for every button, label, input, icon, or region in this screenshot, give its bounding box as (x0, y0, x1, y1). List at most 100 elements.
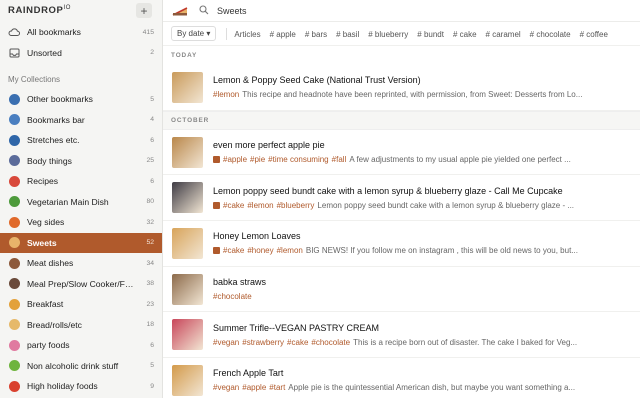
sidebar-item-recipes[interactable]: Recipes 6 (0, 171, 162, 192)
bookmark-thumbnail (172, 227, 203, 259)
bookmark-meta: #chocolate (213, 292, 640, 301)
filter-chip[interactable]: # basil (336, 30, 359, 39)
bookmark-thumbnail (172, 319, 203, 351)
bookmark-item[interactable]: Lemon poppy seed bundt cake with a lemon… (163, 175, 640, 222)
bookmark-body: babka straws #chocolate (213, 277, 640, 301)
article-type-icon (213, 247, 220, 255)
sidebar-item-count: 32 (146, 218, 154, 226)
bookmark-tag[interactable]: #lemon (247, 201, 273, 210)
bookmark-item[interactable]: babka straws #chocolate (163, 267, 640, 313)
bookmark-title[interactable]: babka straws (213, 277, 640, 287)
bookmark-tag[interactable]: #apple (242, 383, 266, 392)
sidebar-item-label: Breakfast (27, 299, 64, 310)
sidebar-item-all-bookmarks[interactable]: All bookmarks 415 (0, 22, 162, 43)
sidebar-item-high-holiday-foods[interactable]: High holiday foods 9 (0, 376, 162, 397)
sidebar-item-stretches-etc[interactable]: Stretches etc. 6 (0, 130, 162, 151)
bookmark-item[interactable]: Summer Trifle--VEGAN PASTRY CREAM #vegan #… (163, 312, 640, 359)
filter-chip[interactable]: # cake (453, 30, 477, 39)
collection-color-dot (8, 175, 20, 187)
bookmark-item[interactable]: French Apple Tart #vegan #apple #tart Apple … (163, 358, 640, 398)
bookmark-tag[interactable]: #apple (223, 155, 247, 164)
sidebar-item-non-alcoholic-drink-stuff[interactable]: Non alcoholic drink stuff 5 (0, 356, 162, 377)
filter-chip[interactable]: # blueberry (368, 30, 408, 39)
meat-icon (8, 257, 20, 269)
pizza-icon (8, 216, 20, 228)
filter-chip[interactable]: # apple (270, 30, 296, 39)
bookmark-excerpt: A few adjustments to my usual apple pie … (349, 155, 571, 165)
bookmark-thumbnail (172, 71, 203, 103)
bookmark-title[interactable]: Summer Trifle--VEGAN PASTRY CREAM (213, 323, 640, 333)
sidebar-item-sweets[interactable]: Sweets 52 (0, 232, 162, 253)
search-bar[interactable]: Sweets (199, 4, 247, 17)
sidebar-item-label: Unsorted (27, 47, 62, 58)
bookmark-tag[interactable]: #honey (247, 246, 273, 255)
bookmark-tag[interactable]: #fall (332, 155, 347, 164)
bookmark-title[interactable]: even more perfect apple pie (213, 140, 640, 150)
divider (226, 27, 228, 40)
bookmark-tag[interactable]: #blueberry (277, 201, 315, 210)
sidebar-item-unsorted[interactable]: Unsorted 2 (0, 43, 162, 64)
bookmark-list-today: Lemon & Poppy Seed Cake (National Trust … (163, 65, 640, 111)
bookmark-meta: #cake #lemon #blueberry Lemon poppy seed bu… (213, 201, 640, 210)
sidebar-item-label: High holiday foods (27, 381, 98, 392)
bread-icon (8, 319, 20, 331)
cloud-icon (8, 26, 20, 38)
collections-list: Other bookmarks 5 Bookmarks bar 4 Stretches … (0, 89, 162, 397)
sidebar-item-breakfast[interactable]: Breakfast 23 (0, 294, 162, 315)
sidebar-item-meat-dishes[interactable]: Meat dishes 34 (0, 253, 162, 274)
filter-chip[interactable]: # chocolate (530, 30, 571, 39)
bookmark-tag[interactable]: #lemon (277, 246, 303, 255)
filter-chip[interactable]: # bars (305, 30, 327, 39)
bookmark-tag[interactable]: #vegan (213, 383, 239, 392)
bookmark-tag[interactable]: #time consuming (268, 155, 328, 164)
bookmark-title[interactable]: French Apple Tart (213, 368, 640, 378)
bookmark-tag[interactable]: #vegan (213, 338, 239, 347)
bookmark-item[interactable]: even more perfect apple pie #apple #pie #ti… (163, 130, 640, 176)
add-button[interactable]: + (136, 3, 152, 18)
sidebar-item-other-bookmarks[interactable]: Other bookmarks 5 (0, 89, 162, 110)
bookmark-meta: #vegan #strawberry #cake #chocolate This is … (213, 338, 640, 347)
bookmark-item[interactable]: Honey Lemon Loaves #cake #honey #lemon BIG N… (163, 221, 640, 267)
filter-chip[interactable]: Articles (234, 30, 260, 39)
bookmark-body: Lemon poppy seed bundt cake with a lemon… (213, 186, 640, 210)
bookmark-title[interactable]: Lemon & Poppy Seed Cake (National Trust … (213, 75, 640, 85)
collection-color-dot (8, 360, 20, 372)
filter-chip[interactable]: # bundt (417, 30, 444, 39)
sidebar-item-count: 5 (150, 95, 154, 103)
sidebar-item-bread-rolls-etc[interactable]: Bread/rolls/etc 18 (0, 315, 162, 336)
sort-dropdown[interactable]: By date ▾ (171, 26, 217, 41)
bookmark-body: Lemon & Poppy Seed Cake (National Trust … (213, 75, 640, 99)
collection-color-dot (8, 237, 20, 249)
bookmark-tag[interactable]: #lemon (213, 90, 239, 99)
sidebar-item-bookmarks-bar[interactable]: Bookmarks bar 4 (0, 110, 162, 131)
app-logo[interactable]: RAINDROPIO (8, 5, 71, 16)
globe-icon (8, 93, 20, 105)
filter-chip[interactable]: # caramel (486, 30, 521, 39)
bookmark-tag[interactable]: #chocolate (213, 292, 252, 301)
bookmark-meta: #vegan #apple #tart Apple pie is the quinte… (213, 383, 640, 392)
search-input[interactable]: Sweets (217, 6, 247, 16)
sidebar-item-count: 80 (146, 198, 154, 206)
bookmark-tag[interactable]: #tart (269, 383, 285, 392)
sidebar-item-party-foods[interactable]: party foods 6 (0, 335, 162, 356)
sidebar-item-veg-sides[interactable]: Veg sides 32 (0, 212, 162, 233)
bookmark-tag[interactable]: #cake (223, 246, 244, 255)
bookmark-tag[interactable]: #cake (223, 201, 244, 210)
filter-chip[interactable]: # coffee (580, 30, 608, 39)
bookmark-title[interactable]: Lemon poppy seed bundt cake with a lemon… (213, 186, 640, 196)
donut-icon (8, 339, 20, 351)
sidebar-item-count: 18 (146, 321, 154, 329)
bookmark-tag[interactable]: #pie (250, 155, 265, 164)
sidebar-item-count: 6 (150, 341, 154, 349)
bookmark-tag[interactable]: #cake (287, 338, 308, 347)
sidebar-item-label: party foods (27, 340, 70, 351)
bookmark-excerpt: BIG NEWS! If you follow me on instagram … (305, 246, 578, 256)
bookmark-tag[interactable]: #chocolate (311, 338, 350, 347)
bookmark-tag[interactable]: #strawberry (242, 338, 284, 347)
bookmark-item[interactable]: Lemon & Poppy Seed Cake (National Trust … (163, 65, 640, 111)
collection-color-dot (8, 278, 20, 290)
sidebar-item-body-things[interactable]: Body things 25 (0, 151, 162, 172)
sidebar-item-meal-prep-slow-cooker-fre[interactable]: Meal Prep/Slow Cooker/Fre... 38 (0, 274, 162, 295)
bookmark-title[interactable]: Honey Lemon Loaves (213, 231, 640, 241)
sidebar-item-vegetarian-main-dish[interactable]: Vegetarian Main Dish 80 (0, 192, 162, 213)
